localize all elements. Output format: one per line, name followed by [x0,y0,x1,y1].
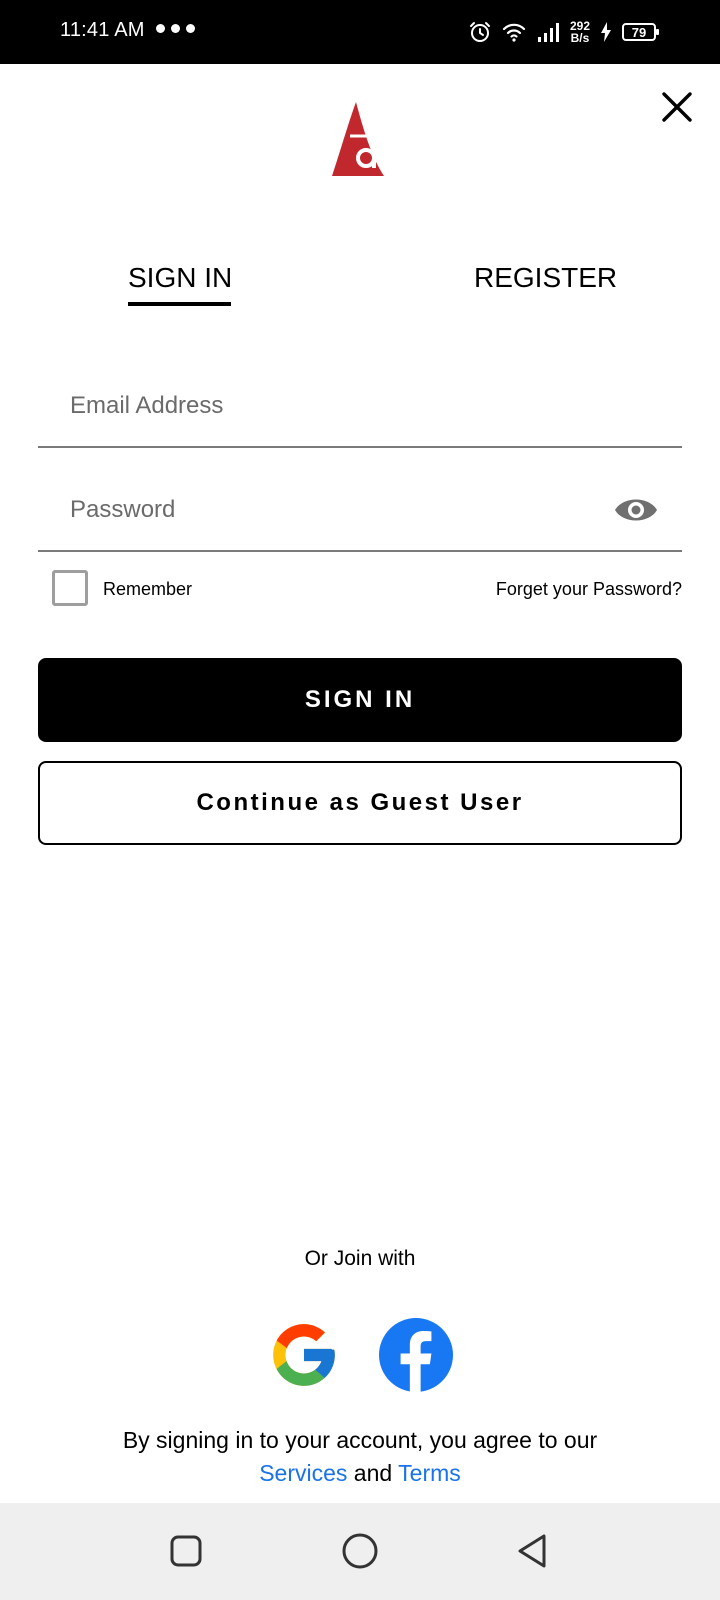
show-password-icon[interactable] [613,494,659,526]
more-notifications-icon [156,24,195,33]
email-field[interactable] [70,384,610,428]
recent-apps-icon[interactable] [166,1531,206,1571]
tab-sign-in[interactable]: SIGN IN [128,262,232,294]
status-bar: 11:41 AM 292 B/s 79 [0,0,720,64]
email-field-container [38,368,682,448]
guest-user-button[interactable]: Continue as Guest User [38,761,682,845]
battery-level: 79 [631,24,647,40]
status-time: 11:41 AM [60,19,145,41]
services-link[interactable]: Services [259,1460,347,1486]
remember-checkbox[interactable] [52,570,88,606]
wifi-icon [502,23,526,42]
terms-notice: By signing in to your account, you agree… [0,1424,720,1490]
battery-indicator: 79 [622,23,659,41]
or-join-label: Or Join with [304,1247,416,1270]
navigation-bar [0,1503,720,1600]
terms-link[interactable]: Terms [398,1460,461,1486]
status-icons: 292 B/s 79 [468,18,659,46]
active-tab-indicator [128,302,231,306]
terms-links: Services and Terms [0,1457,720,1490]
terms-and-text: and [353,1460,393,1486]
charging-icon [601,22,611,42]
speed-unit: B/s [570,31,590,45]
network-speed: 292 B/s [570,20,590,44]
sign-in-button[interactable]: SIGN IN [38,658,682,742]
close-icon[interactable] [660,90,694,124]
signal-icon [537,23,559,42]
terms-line: By signing in to your account, you agree… [122,1427,598,1453]
facebook-icon[interactable] [379,1318,453,1392]
forgot-password-link[interactable]: Forget your Password? [496,579,682,600]
password-field-container [38,472,682,552]
alarm-icon [469,22,490,42]
google-icon[interactable] [267,1318,341,1392]
back-icon[interactable] [514,1531,554,1571]
sail-logo-icon [332,102,384,176]
password-field[interactable] [70,488,610,532]
tab-register[interactable]: REGISTER [474,262,617,294]
remember-label: Remember [103,579,193,599]
home-icon[interactable] [340,1531,380,1571]
